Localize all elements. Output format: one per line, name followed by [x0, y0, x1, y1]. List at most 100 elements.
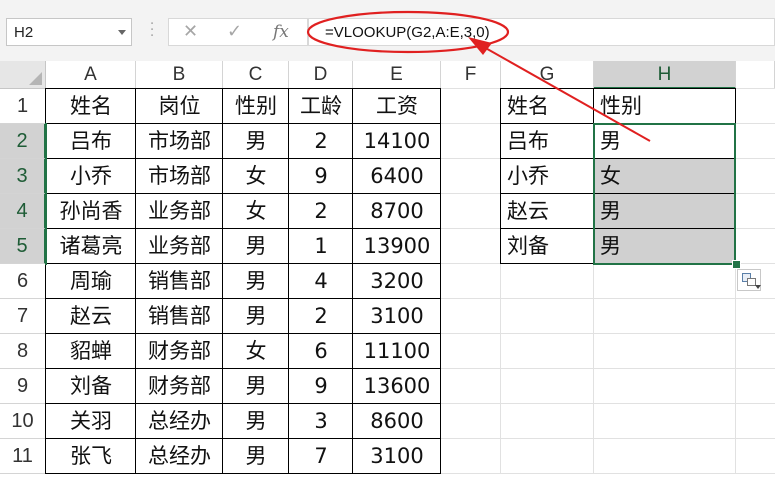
- table-border-h: [45, 88, 441, 89]
- table-cell[interactable]: 男: [223, 439, 289, 474]
- table-cell[interactable]: 赵云: [46, 299, 136, 334]
- table-cell[interactable]: 6: [289, 334, 353, 369]
- column-header-d[interactable]: D: [289, 61, 353, 89]
- table-cell[interactable]: 小乔: [46, 159, 136, 194]
- table-cell[interactable]: 刘备: [46, 369, 136, 404]
- column-header-a[interactable]: A: [46, 61, 136, 89]
- table-cell[interactable]: 9: [289, 369, 353, 404]
- lookup-key-cell[interactable]: 吕布: [501, 124, 594, 159]
- table-cell[interactable]: 3100: [353, 439, 441, 474]
- column-header-f[interactable]: F: [441, 61, 501, 89]
- table-cell[interactable]: 13900: [353, 229, 441, 264]
- table-cell[interactable]: 4: [289, 264, 353, 299]
- table-cell[interactable]: 销售部: [136, 299, 223, 334]
- lookup-key-cell[interactable]: 小乔: [501, 159, 594, 194]
- table-cell[interactable]: 诸葛亮: [46, 229, 136, 264]
- lookup-result-cell[interactable]: 男: [594, 194, 736, 229]
- table-cell[interactable]: 男: [223, 124, 289, 159]
- cancel-icon[interactable]: ✕: [183, 21, 198, 42]
- table-cell[interactable]: 男: [223, 264, 289, 299]
- table-cell[interactable]: 张飞: [46, 439, 136, 474]
- table-cell[interactable]: 女: [223, 194, 289, 229]
- fill-handle[interactable]: [732, 260, 741, 269]
- table-border-v: [45, 88, 46, 474]
- table-cell[interactable]: 总经办: [136, 404, 223, 439]
- formula-input[interactable]: =VLOOKUP(G2,A:E,3,0): [308, 18, 775, 46]
- table-cell[interactable]: 男: [223, 404, 289, 439]
- table-cell[interactable]: 2: [289, 124, 353, 159]
- table-cell[interactable]: 2: [289, 299, 353, 334]
- table-cell[interactable]: 9: [289, 159, 353, 194]
- table-cell[interactable]: 关羽: [46, 404, 136, 439]
- table-cell[interactable]: 11100: [353, 334, 441, 369]
- lookup-key-cell[interactable]: 刘备: [501, 229, 594, 264]
- row-header-6[interactable]: 6: [0, 264, 46, 299]
- table-cell[interactable]: 3200: [353, 264, 441, 299]
- column-header-next[interactable]: [736, 61, 775, 89]
- table-cell[interactable]: 孙尚香: [46, 194, 136, 229]
- row-header-10[interactable]: 10: [0, 404, 46, 439]
- table-cell[interactable]: 吕布: [46, 124, 136, 159]
- table-cell[interactable]: 男: [223, 369, 289, 404]
- table-header-cell[interactable]: 工资: [353, 89, 441, 124]
- name-box-dropdown-icon[interactable]: [118, 30, 126, 35]
- lookup-result-cell[interactable]: 男: [594, 229, 736, 264]
- row-header-1[interactable]: 1: [0, 89, 46, 124]
- table-cell[interactable]: 总经办: [136, 439, 223, 474]
- table-header-cell[interactable]: 岗位: [136, 89, 223, 124]
- table-cell[interactable]: 7: [289, 439, 353, 474]
- row-header-3[interactable]: 3: [0, 159, 46, 194]
- table-header-cell[interactable]: 性别: [223, 89, 289, 124]
- table-border-v: [222, 88, 223, 474]
- table-cell[interactable]: 业务部: [136, 229, 223, 264]
- paste-options-icon[interactable]: [737, 269, 761, 291]
- table-cell[interactable]: 13600: [353, 369, 441, 404]
- lookup-result-cell[interactable]: 男: [594, 124, 736, 159]
- row-header-2[interactable]: 2: [0, 124, 46, 159]
- table-cell[interactable]: 貂蝉: [46, 334, 136, 369]
- table-cell[interactable]: 6400: [353, 159, 441, 194]
- row-header-8[interactable]: 8: [0, 334, 46, 369]
- table-cell[interactable]: 1: [289, 229, 353, 264]
- table-cell[interactable]: 3100: [353, 299, 441, 334]
- row-header-7[interactable]: 7: [0, 299, 46, 334]
- table-cell[interactable]: 市场部: [136, 159, 223, 194]
- table-cell[interactable]: 财务部: [136, 334, 223, 369]
- table-header-cell[interactable]: 工龄: [289, 89, 353, 124]
- row-header-5[interactable]: 5: [0, 229, 46, 264]
- insert-function-icon[interactable]: fx: [273, 22, 289, 42]
- lookup-key-cell[interactable]: 赵云: [501, 194, 594, 229]
- column-header-c[interactable]: C: [223, 61, 289, 89]
- lookup-header-cell[interactable]: 姓名: [501, 89, 594, 124]
- column-header-g[interactable]: G: [501, 61, 594, 89]
- table-cell[interactable]: 女: [223, 159, 289, 194]
- table-cell[interactable]: 8600: [353, 404, 441, 439]
- name-box-value: H2: [14, 24, 34, 41]
- lookup-result-cell[interactable]: 女: [594, 159, 736, 194]
- select-all-corner[interactable]: [0, 61, 46, 89]
- enter-check-icon[interactable]: ✓: [227, 21, 242, 42]
- table-cell[interactable]: 男: [223, 229, 289, 264]
- table-cell[interactable]: 2: [289, 194, 353, 229]
- table-header-cell[interactable]: 姓名: [46, 89, 136, 124]
- row-header-4[interactable]: 4: [0, 194, 46, 229]
- table-cell[interactable]: 男: [223, 299, 289, 334]
- table-cell[interactable]: 周瑜: [46, 264, 136, 299]
- table-cell[interactable]: 14100: [353, 124, 441, 159]
- column-header-e[interactable]: E: [353, 61, 441, 89]
- table-cell[interactable]: 市场部: [136, 124, 223, 159]
- row-header-9[interactable]: 9: [0, 369, 46, 404]
- formula-bar-grip-icon[interactable]: · · ·: [150, 18, 154, 43]
- table-cell[interactable]: 女: [223, 334, 289, 369]
- row-header-11[interactable]: 11: [0, 439, 46, 474]
- column-header-h[interactable]: H: [594, 61, 736, 89]
- table-cell[interactable]: 财务部: [136, 369, 223, 404]
- column-header-b[interactable]: B: [136, 61, 223, 89]
- lookup-border-h: [500, 263, 736, 264]
- lookup-header-cell[interactable]: 性别: [594, 89, 736, 124]
- table-cell[interactable]: 3: [289, 404, 353, 439]
- name-box[interactable]: H2: [6, 18, 132, 46]
- table-cell[interactable]: 销售部: [136, 264, 223, 299]
- table-cell[interactable]: 业务部: [136, 194, 223, 229]
- table-cell[interactable]: 8700: [353, 194, 441, 229]
